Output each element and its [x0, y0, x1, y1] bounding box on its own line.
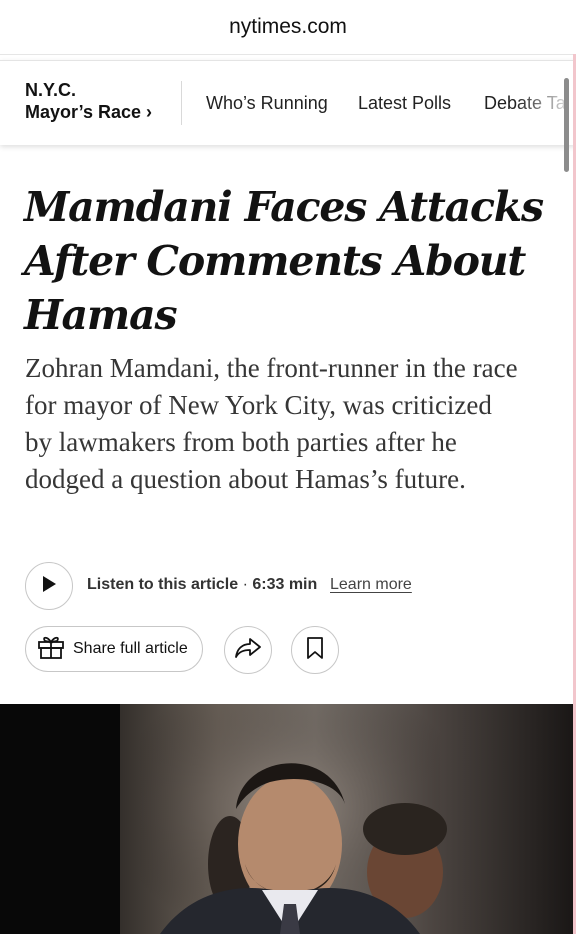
article-headline: Mamdani Faces Attacks After Comments Abo… [24, 183, 544, 339]
share-full-article-button[interactable]: Share full article [25, 626, 203, 672]
nav-link-latest-polls[interactable]: Latest Polls [358, 93, 451, 114]
nav-link-whos-running[interactable]: Who’s Running [206, 93, 328, 114]
learn-more-link[interactable]: Learn more [330, 576, 412, 594]
play-icon [41, 575, 57, 598]
article-summary: Zohran Mamdani, the front-runner in the … [25, 353, 518, 494]
share-button[interactable] [224, 626, 272, 674]
listen-label: Listen to this article [87, 576, 239, 593]
photo-illustration [0, 704, 447, 934]
nav-divider [181, 81, 182, 125]
share-arrow-icon [234, 637, 262, 664]
share-label: Share full article [73, 640, 188, 657]
section-line-2: Mayor’s Race › [25, 102, 153, 122]
listen-separator: · [238, 576, 253, 593]
bookmark-button[interactable] [291, 626, 339, 674]
browser-address-bar[interactable]: nytimes.com [0, 0, 576, 55]
url-text[interactable]: nytimes.com [229, 15, 347, 39]
section-navigation: N.Y.C. Mayor’s Race › Who’s Running Late… [0, 60, 576, 145]
bookmark-icon [306, 636, 324, 665]
scrollbar[interactable] [564, 78, 569, 172]
article-lead-photo [0, 704, 573, 934]
play-audio-button[interactable] [25, 562, 73, 610]
section-link-mayors-race[interactable]: N.Y.C. Mayor’s Race › [25, 79, 152, 123]
listen-info: Listen to this article · 6:33 min [87, 576, 317, 594]
gift-icon [37, 634, 65, 665]
section-line-1: N.Y.C. [25, 80, 77, 100]
listen-duration: 6:33 min [252, 576, 318, 593]
